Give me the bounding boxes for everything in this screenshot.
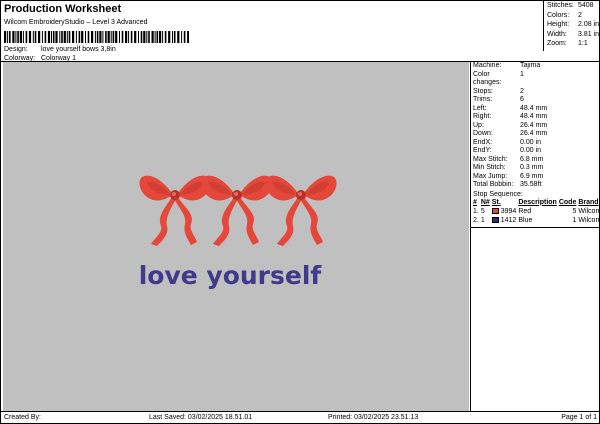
machine-info-row: EndY: 0.00 in	[471, 147, 600, 156]
machine-info-label: Color changes:	[473, 70, 502, 87]
summary-panel: Stitches: 5408 Colors: 2 Height: 2.08 in Wi…	[543, 1, 600, 51]
machine-info-value: 1	[520, 70, 524, 78]
machine-info-row: EndX: 0.00 in	[471, 139, 600, 148]
machine-info-value: 26.4 mm	[520, 121, 548, 129]
col-stitches: St.	[491, 198, 501, 206]
table-row: 2. 1 1412 Blue 1 Wilcom	[473, 216, 600, 224]
machine-info-label: Machine:	[473, 62, 502, 69]
machine-info-panel: Machine: Tajima Color changes: 1 Stops: 2 Trim…	[470, 62, 600, 411]
footer: Created By: Last Saved: 03/02/2025 18.51…	[1, 413, 600, 423]
machine-info-value: 6.8 mm	[520, 155, 544, 163]
design-label: Design:	[4, 46, 28, 53]
machine-info-value: 0.3 mm	[520, 164, 544, 171]
machine-info-value: 35.58ft	[520, 181, 542, 188]
col-description: Description	[518, 198, 557, 206]
page-number: Page 1 of 1	[561, 414, 597, 421]
stop-sequence-table: # N# St. Description Code Brand 1. 5 399…	[472, 199, 600, 225]
table-row: 1. 5 3994 Red 5 Wilcom	[473, 207, 600, 215]
footer-divider	[1, 411, 600, 412]
machine-info-row: Down: 26.4 mm	[471, 130, 600, 139]
stop-sequence-title: Stop Sequence:	[473, 190, 523, 198]
design-value: love yourself bows 3,8in	[41, 46, 116, 53]
machine-info-value: Tajima	[520, 62, 541, 69]
col-needle: N#	[480, 198, 490, 206]
col-code: Code	[558, 198, 577, 206]
machine-info-value: 6.9 mm	[520, 172, 544, 180]
summary-colors: Colors: 2	[547, 11, 582, 19]
design-row: Design: love yourself bows 3,8in	[4, 45, 540, 54]
machine-info-row: Max Stitch: 6.8 mm	[471, 156, 600, 165]
machine-info-label: Down:	[473, 130, 493, 137]
machine-info-row: Right: 48.4 mm	[471, 113, 600, 122]
machine-info-label: Max Jump:	[473, 172, 508, 180]
machine-info-value: 26.4 mm	[520, 130, 548, 137]
summary-width: Width: 3.81 in	[547, 30, 600, 38]
created-by: Created By:	[4, 414, 41, 421]
machine-info-label: Left:	[473, 104, 487, 112]
summary-stitches: Stitches: 5408	[547, 2, 594, 9]
col-brand: Brand	[578, 198, 599, 206]
machine-info-row: Trims: 6	[471, 96, 600, 105]
machine-info-value: 6	[520, 96, 524, 103]
barcode-image	[4, 31, 190, 43]
bow-3	[265, 175, 337, 246]
design-preview: love yourself	[3, 62, 469, 411]
color-swatch-red	[491, 207, 499, 214]
machine-info-label: EndY:	[473, 147, 492, 154]
stop-sequence-divider	[471, 226, 600, 228]
machine-info-label: Total Bobbin:	[473, 181, 514, 188]
summary-zoom: Zoom: 1:1	[547, 40, 588, 48]
machine-info-label: Right:	[473, 113, 492, 120]
machine-info-row: Color changes: 1	[471, 71, 600, 88]
machine-info-label: Trims:	[473, 96, 493, 103]
machine-info-row: Min Stitch: 0.3 mm	[471, 164, 600, 173]
machine-info-row: Machine: Tajima	[471, 62, 600, 71]
worksheet-page: Production Worksheet Wilcom EmbroiderySt…	[0, 0, 600, 424]
machine-info-row: Left: 48.4 mm	[471, 105, 600, 114]
machine-info-value: 0.00 in	[520, 147, 542, 154]
machine-info-value: 48.4 mm	[520, 113, 548, 120]
machine-info-row: Total Bobbin: 35.58ft	[471, 181, 600, 190]
machine-info-label: EndX:	[473, 138, 493, 146]
machine-info-value: 2	[520, 87, 524, 95]
software-name: Wilcom EmbroideryStudio – Level 3 Advanc…	[4, 19, 148, 26]
machine-info-value: 0.00 in	[520, 138, 542, 146]
stop-table-header: # N# St. Description Code Brand	[472, 199, 600, 207]
printed-date: Printed: 03/02/2025 23.51.13	[328, 414, 419, 421]
machine-info-label: Stops:	[473, 87, 493, 95]
bow-1	[139, 175, 211, 246]
machine-info-row: Up: 26.4 mm	[471, 122, 600, 131]
machine-info-label: Max Stitch:	[473, 155, 508, 163]
col-number: #	[473, 198, 477, 206]
color-swatch-blue	[491, 216, 499, 223]
bow-2	[201, 175, 273, 246]
machine-info-row: Max Jump: 6.9 mm	[471, 173, 600, 182]
summary-height: Height: 2.08 in	[547, 21, 600, 29]
page-title: Production Worksheet	[4, 3, 122, 15]
design-text: love yourself	[139, 261, 323, 290]
last-saved: Last Saved: 03/02/2025 18.51.01	[149, 414, 253, 421]
embroidery-preview-image: love yourself	[139, 175, 337, 290]
machine-info-label: Min Stitch:	[473, 164, 506, 171]
machine-info-value: 48.4 mm	[520, 104, 548, 112]
machine-info-label: Up:	[473, 121, 484, 129]
header: Production Worksheet Wilcom EmbroiderySt…	[4, 3, 540, 62]
machine-info-row: Stops: 2	[471, 88, 600, 97]
